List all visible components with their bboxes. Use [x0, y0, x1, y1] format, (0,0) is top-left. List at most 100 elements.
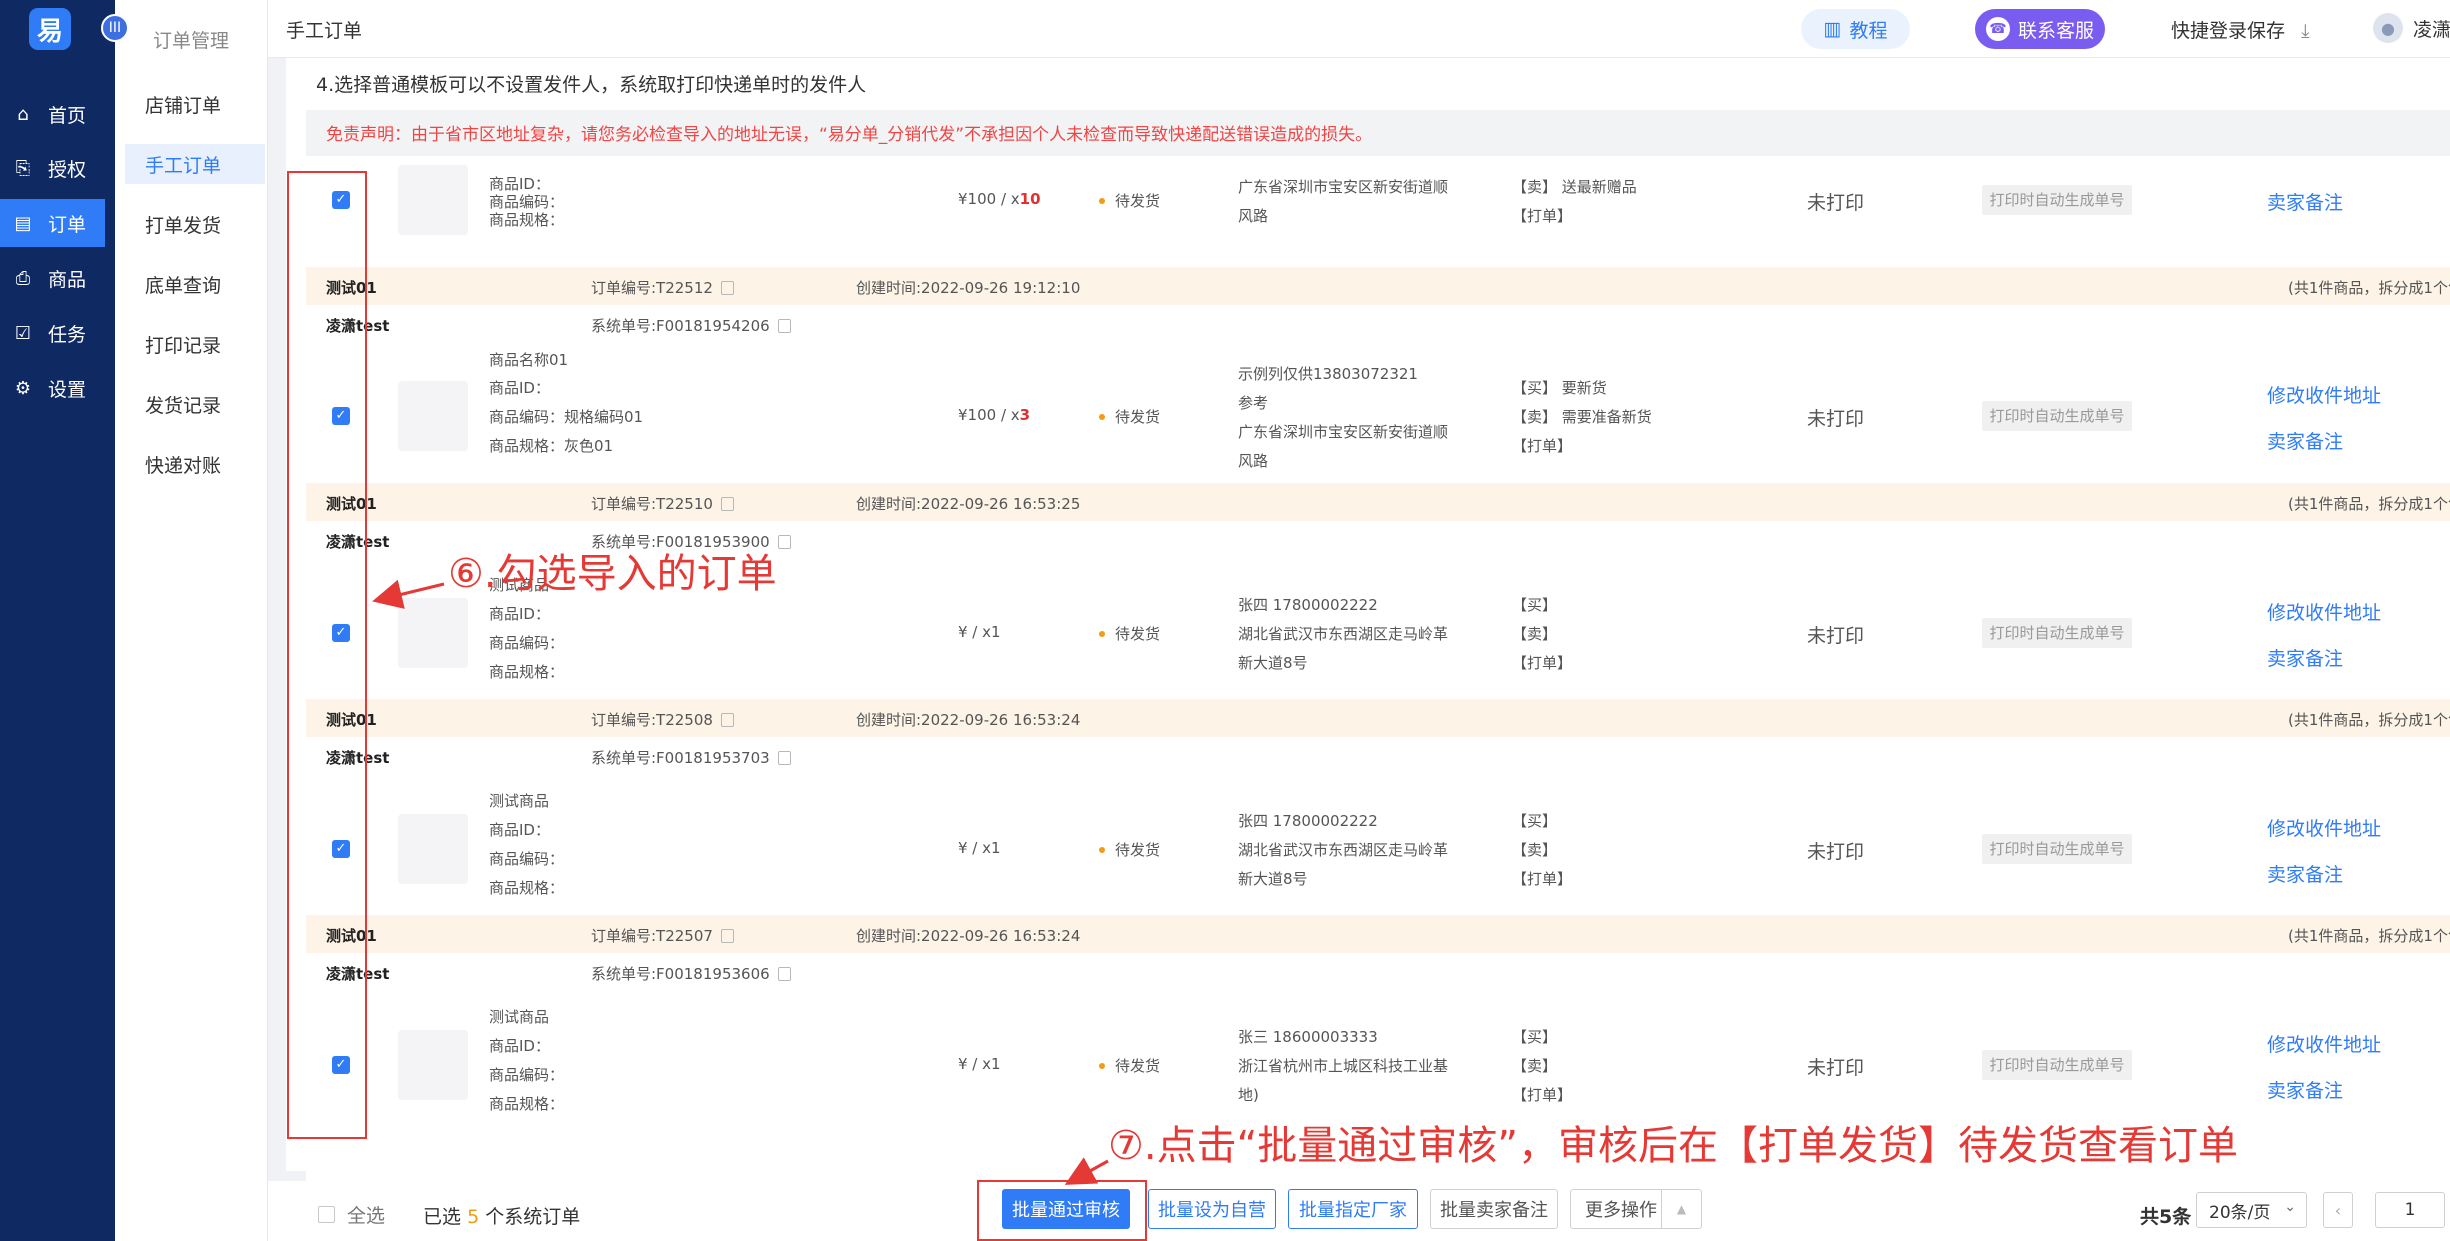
seller-remark-link[interactable]: 卖家备注 — [2267, 644, 2343, 671]
submenu-item-3[interactable]: 底单查询 — [125, 264, 265, 304]
product-code: 商品编码： — [489, 634, 565, 652]
receiver-address-line: 浙江省杭州市上城区科技工业基 — [1238, 1057, 1449, 1075]
status-dot-icon — [1099, 1063, 1105, 1069]
price-text: ¥ / x1 — [958, 839, 1001, 857]
order-checkbox[interactable]: ✓ — [332, 191, 350, 209]
app-root: 易 ⌂ 首页 ⎘ 授权 ▤ 订单 ⎙ 商品 ☑ 任务 ⚙ 设置 III 订单管理 店铺订单 手工订单 打单… — [0, 0, 2450, 1241]
edit-address-link[interactable]: 修改收件地址 — [2267, 598, 2381, 625]
batch-seller-remark-button[interactable]: 批量卖家备注 — [1430, 1189, 1558, 1229]
shop-name: 测试01 — [326, 711, 377, 729]
order-checkbox[interactable]: ✓ — [332, 407, 350, 425]
receiver-address-line: 广东省深圳市宝安区新安街道顺 — [1238, 177, 1449, 196]
copy-icon[interactable] — [777, 319, 791, 333]
buyer-name: 凌潇test — [326, 965, 390, 983]
created-time: 创建时间:2022-09-26 16:53:24 — [856, 711, 1081, 729]
seller-remark-link[interactable]: 卖家备注 — [2267, 188, 2343, 215]
submenu-item-0[interactable]: 店铺订单 — [125, 84, 265, 124]
product-spec: 商品规格： — [489, 1095, 565, 1113]
caret-up-icon[interactable]: ▲ — [1661, 1190, 1701, 1228]
submenu-item-4[interactable]: 打印记录 — [125, 324, 265, 364]
product-spec: 商品规格： — [489, 879, 565, 897]
user-menu[interactable]: ● 凌潇 — [2373, 13, 2450, 43]
submenu-item-6[interactable]: 快递对账 — [125, 444, 265, 484]
order-checkbox[interactable]: ✓ — [332, 840, 350, 858]
order-checkbox[interactable]: ✓ — [332, 1056, 350, 1074]
order-status: 待发货 — [1099, 839, 1160, 860]
product-thumbnail — [398, 814, 468, 884]
system-number-text: 系统单号:F00181953606 — [591, 965, 770, 983]
price-text: ¥ / x1 — [958, 1055, 1001, 1073]
nav-item-home[interactable]: ⌂ 首页 — [0, 90, 105, 138]
system-number: 系统单号:F00181953703 — [591, 747, 791, 768]
copy-icon[interactable] — [777, 535, 791, 549]
order-number: 订单编号:T22508 — [591, 709, 734, 730]
group-summary: (共1件商品，拆分成1个包 — [2288, 927, 2450, 945]
checkbox-box — [318, 1206, 335, 1223]
chevron-down-icon: ⌄ — [2284, 1199, 2296, 1215]
receiver-address-line: 示例列仅供13803072321 — [1238, 364, 1418, 383]
copy-icon[interactable] — [720, 929, 734, 943]
receiver-address-line: 广东省深圳市宝安区新安街道顺 — [1238, 422, 1449, 441]
copy-icon[interactable] — [777, 967, 791, 981]
receiver-address-line: 风路 — [1238, 206, 1269, 225]
nav-item-goods[interactable]: ⎙ 商品 — [0, 254, 105, 302]
product-id: 商品ID： — [489, 605, 550, 623]
nav-item-settings[interactable]: ⚙ 设置 — [0, 364, 105, 412]
status-dot-icon — [1099, 414, 1105, 420]
nav-item-authorize[interactable]: ⎘ 授权 — [0, 144, 105, 192]
collapse-menu-icon[interactable]: III — [101, 14, 129, 42]
submenu-item-5[interactable]: 发货记录 — [125, 384, 265, 424]
batch-approve-button[interactable]: 批量通过审核 — [1002, 1189, 1130, 1229]
submenu-item-2[interactable]: 打单发货 — [125, 204, 265, 244]
receiver-address-line: 风路 — [1238, 451, 1269, 470]
order-remark-line: 【买】 要新货 — [1512, 379, 1607, 397]
page-number-input[interactable] — [2375, 1192, 2445, 1228]
contact-support-button[interactable]: ☎ 联系客服 — [1975, 9, 2105, 49]
page-size-select[interactable]: 20条/页 ⌄ — [2196, 1192, 2307, 1228]
nav-item-task[interactable]: ☑ 任务 — [0, 309, 105, 357]
copy-icon[interactable] — [720, 497, 734, 511]
price-text: ¥ / x1 — [958, 623, 1001, 641]
order-number-text: 订单编号:T22507 — [591, 927, 713, 945]
quick-login-save[interactable]: 快捷登录保存 ⤓ — [2171, 16, 2309, 43]
edit-address-link[interactable]: 修改收件地址 — [2267, 381, 2381, 408]
seller-remark-link[interactable]: 卖家备注 — [2267, 427, 2343, 454]
copy-icon[interactable] — [777, 751, 791, 765]
order-checkbox[interactable]: ✓ — [332, 624, 350, 642]
seller-remark-link[interactable]: 卖家备注 — [2267, 1076, 2343, 1103]
shop-name: 测试01 — [326, 279, 377, 297]
select-all-checkbox[interactable]: 全选 — [318, 1201, 385, 1228]
copy-icon[interactable] — [720, 281, 734, 295]
order-submenu: III 订单管理 店铺订单 手工订单 打单发货 底单查询 打印记录 发货记录 快递对账 — [101, 0, 268, 1241]
order-status: 待发货 — [1099, 623, 1160, 644]
order-number: 订单编号:T22510 — [591, 493, 734, 514]
batch-assign-factory-button[interactable]: 批量指定厂家 — [1288, 1189, 1418, 1229]
created-time: 创建时间:2022-09-26 19:12:10 — [856, 279, 1081, 297]
order-remark-line: 【买】 — [1512, 812, 1558, 830]
product-thumbnail — [398, 598, 468, 668]
order-remark-line: 【卖】 — [1512, 625, 1558, 643]
status-dot-icon — [1099, 847, 1105, 853]
nav-item-order[interactable]: ▤ 订单 — [0, 199, 105, 247]
top-header: 手工订单 ▥ 教程 ☎ 联系客服 快捷登录保存 ⤓ ● 凌潇 — [268, 0, 2450, 58]
tutorial-button[interactable]: ▥ 教程 — [1801, 9, 1910, 49]
created-time: 创建时间:2022-09-26 16:53:24 — [856, 927, 1081, 945]
price-quantity: ¥ / x1 — [958, 1055, 1001, 1073]
left-nav: 易 ⌂ 首页 ⎘ 授权 ▤ 订单 ⎙ 商品 ☑ 任务 ⚙ 设置 — [0, 0, 115, 1241]
order-group-subheader: 凌潇test 系统单号:F00181954206 — [306, 305, 2450, 343]
more-actions-button[interactable]: 更多操作 ▲ — [1570, 1189, 1702, 1229]
print-status: 未打印 — [1807, 841, 1865, 863]
more-actions-label: 更多操作 — [1585, 1200, 1657, 1221]
price-quantity: ¥ / x1 — [958, 623, 1001, 641]
edit-address-link[interactable]: 修改收件地址 — [2267, 1030, 2381, 1057]
prev-page-button[interactable]: ‹ — [2323, 1192, 2353, 1228]
submenu-item-1[interactable]: 手工订单 — [125, 144, 265, 184]
order-panel: 4.选择普通模板可以不设置发件人，系统取打印快递单时的发件人 免责声明：由于省市… — [286, 58, 2450, 1191]
receiver-address-line: 张四 17800002222 — [1238, 596, 1378, 614]
copy-icon[interactable] — [720, 713, 734, 727]
edit-address-link[interactable]: 修改收件地址 — [2267, 814, 2381, 841]
nav-item-label: 任务 — [48, 323, 87, 346]
app-logo: 易 — [29, 8, 71, 50]
batch-self-run-button[interactable]: 批量设为自营 — [1148, 1189, 1276, 1229]
seller-remark-link[interactable]: 卖家备注 — [2267, 860, 2343, 887]
